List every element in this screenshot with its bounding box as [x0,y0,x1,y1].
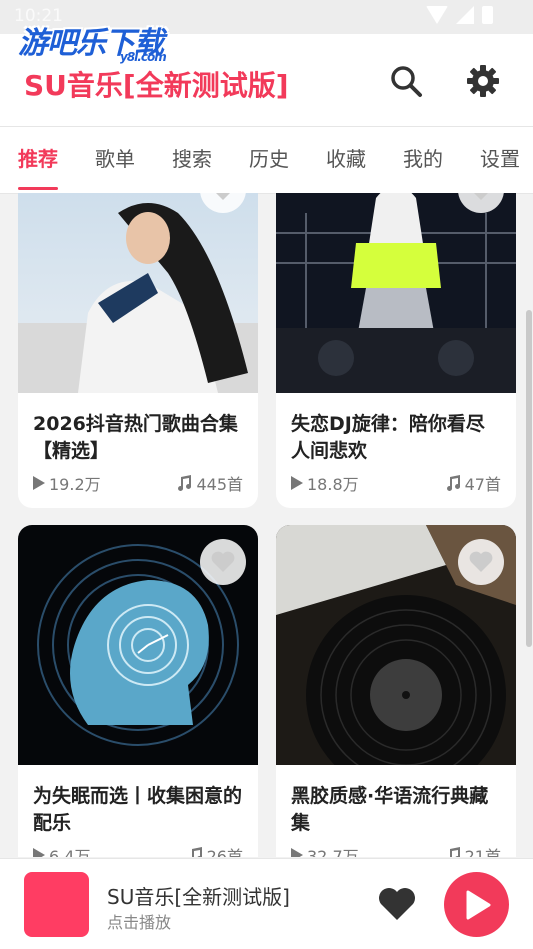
music-note-icon [446,475,460,491]
play-button[interactable] [444,872,509,937]
playlist-name: 2026抖音热门歌曲合集【精选】 [33,413,238,462]
playlist-card[interactable]: 黑胶质感·华语流行典藏集 32.7万 21首 [276,525,516,857]
wifi-icon [426,6,448,24]
favorite-button[interactable] [458,539,504,585]
battery-icon [482,6,493,24]
music-note-icon [178,475,192,491]
playlist-card[interactable]: 失恋DJ旋律：陪你看尽人间悲欢 18.8万 47首 [276,193,516,508]
playlist-cover [18,193,258,393]
mini-player[interactable]: SU音乐[全新测试版] 点击播放 [0,858,533,949]
play-count-icon [291,476,303,490]
song-count: 47首 [464,475,501,494]
playlist-name: 黑胶质感·华语流行典藏集 [291,785,489,834]
now-playing-subtitle: 点击播放 [107,913,172,932]
play-count-icon [291,848,303,857]
play-count: 18.8万 [307,475,359,494]
play-count-icon [33,476,45,490]
playlist-name: 失恋DJ旋律：陪你看尽人间悲欢 [291,413,485,462]
song-count: 445首 [196,475,243,494]
tab-favorites[interactable]: 收藏 [326,143,366,172]
song-count: 26首 [206,847,243,857]
now-playing-cover [24,872,89,937]
heart-icon [469,551,493,572]
music-note-icon [449,847,460,857]
playlist-meta: 19.2万 445首 [33,471,243,494]
play-count: 32.7万 [307,847,359,857]
heart-icon [216,193,230,200]
play-count: 6.4万 [49,847,91,857]
playlist-card[interactable]: 2026抖音热门歌曲合集【精选】 19.2万 445首 [18,193,258,508]
tab-history[interactable]: 历史 [249,143,289,172]
search-icon[interactable] [389,64,423,98]
now-playing-title: SU音乐[全新测试版] [107,885,290,909]
play-count-icon [33,848,45,857]
gear-icon[interactable] [466,64,500,98]
tab-playlists[interactable]: 歌单 [95,143,135,172]
playlist-name: 为失眠而选丨收集困意的配乐 [33,785,243,834]
tab-search[interactable]: 搜索 [172,143,212,172]
playlist-meta: 32.7万 21首 [291,843,501,857]
heart-icon[interactable] [378,887,416,921]
playlist-cover [276,193,516,393]
tab-settings[interactable]: 设置 [480,143,520,172]
song-count: 21首 [464,847,501,857]
playlist-meta: 6.4万 26首 [33,843,243,857]
playlist-card[interactable]: 为失眠而选丨收集困意的配乐 6.4万 26首 [18,525,258,857]
playlist-grid: 2026抖音热门歌曲合集【精选】 19.2万 445首 失恋DJ旋律：陪你看尽人… [0,193,533,857]
app-title: SU音乐[全新测试版] [24,69,289,102]
favorite-button[interactable] [200,539,246,585]
scrollbar[interactable] [526,310,532,647]
tab-bar: 推荐 歌单 搜索 历史 收藏 我的 设置 [0,126,533,194]
tab-recommend[interactable]: 推荐 [18,143,58,190]
play-count: 19.2万 [49,475,101,494]
heart-icon [211,551,235,572]
watermark-logo: 游吧乐下载 y8l.com [18,26,167,64]
heart-icon [474,193,488,200]
tab-mine[interactable]: 我的 [403,143,443,172]
play-icon [466,890,490,919]
playlist-meta: 18.8万 47首 [291,471,501,494]
signal-icon [456,6,474,24]
music-note-icon [191,847,202,857]
tab-indicator [18,187,58,190]
